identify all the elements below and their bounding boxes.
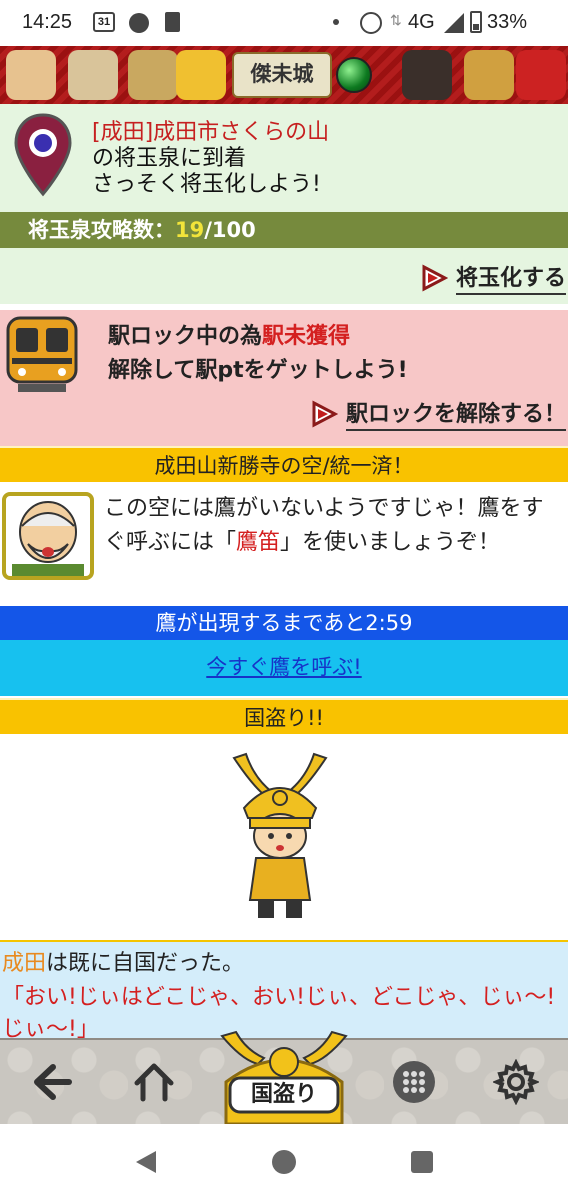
hawk-whistle-text: 鷹笛 — [236, 530, 281, 555]
network-type: 4G — [408, 11, 435, 33]
arrival-panel: [成田]成田市さくらの山 の将玉泉に到着 さっそく将玉化しよう! — [0, 104, 568, 212]
notification-dot-icon — [333, 19, 339, 25]
unlock-station-button[interactable]: 駅ロックを解除する！ — [310, 396, 566, 431]
system-home-icon[interactable] — [270, 1148, 298, 1176]
result-panel: 成田は既に自国だった。 「おい!じぃはどこじゃ、おい!じぃ、どこじゃ、じぃ〜!じ… — [0, 940, 568, 1042]
progress-total: /100 — [204, 218, 256, 242]
arrival-line: さっそく将玉化しよう! — [92, 172, 321, 197]
notification-icon — [129, 13, 149, 33]
arrival-location: [成田]成田市さくらの山 — [92, 120, 330, 145]
kunitori-header: 国盗り!! — [0, 698, 568, 734]
kunitori-button[interactable]: 国盗り — [208, 1030, 360, 1126]
elder-message: この空には鷹がいないようですじゃ！鷹をすぐ呼ぶには「鷹笛」を使いましょうぞ！ — [104, 492, 560, 560]
map-pin-icon — [14, 113, 72, 197]
lock-status-highlight: 駅未獲得 — [262, 324, 351, 349]
hawk-timer: 鷹が出現するまであと2:59 — [0, 606, 568, 640]
system-back-icon[interactable] — [132, 1148, 160, 1176]
battery-percent: 33% — [487, 11, 528, 33]
home-icon — [134, 1063, 174, 1102]
lock-status: 駅ロック中の為駅未獲得 — [108, 322, 350, 352]
elder-avatar — [2, 492, 94, 580]
kunitori-button-label: 国盗り — [250, 1082, 317, 1107]
battery-icon — [470, 11, 482, 33]
lock-status-prefix: 駅ロック中の為 — [108, 324, 263, 349]
elder-message-text: 」を使いましょうぞ！ — [280, 530, 501, 555]
elder-message-panel: この空には鷹がいないようですじゃ！鷹をすぐ呼ぶには「鷹笛」を使いましょうぞ！ — [0, 484, 568, 606]
progress-current: 19 — [175, 218, 205, 242]
green-orb-icon — [336, 57, 372, 93]
signal-icon — [444, 13, 464, 33]
play-arrow-icon — [422, 264, 448, 291]
sky-header: 成田山新勝寺の空/統一済！ — [0, 446, 568, 482]
settings-button[interactable] — [488, 1054, 544, 1110]
sd-card-icon — [165, 12, 180, 32]
progress-bar: 将玉泉攻略数：19/100 — [0, 212, 568, 248]
clock: 14:25 — [22, 11, 73, 33]
gyoku-button-label: 将玉化する — [455, 260, 566, 295]
back-arrow-icon — [34, 1064, 72, 1100]
character-portrait — [402, 50, 452, 100]
result-text: は既に自国だった。 — [46, 951, 245, 976]
train-icon — [6, 316, 78, 392]
menu-grid-icon — [393, 1061, 435, 1103]
arrival-line: の将玉泉に到着 — [92, 146, 247, 171]
gyoku-row: 将玉化する — [0, 248, 568, 304]
gyoku-button[interactable]: 将玉化する — [420, 260, 566, 295]
system-nav-bar — [0, 1124, 568, 1199]
kunitori-area — [0, 740, 568, 940]
station-lock-panel: 駅ロック中の為駅未獲得 解除して駅ptをゲットしよう! 駅ロックを解除する！ — [0, 310, 568, 446]
home-button[interactable] — [126, 1054, 182, 1110]
game-banner[interactable]: 傑未城 — [0, 46, 568, 104]
calendar-icon: 31 — [93, 12, 115, 32]
back-button[interactable] — [24, 1054, 80, 1110]
menu-button[interactable] — [386, 1054, 442, 1110]
character-portrait — [6, 50, 56, 100]
character-portrait — [68, 50, 118, 100]
result-place: 成田 — [2, 951, 47, 976]
character-portrait — [516, 50, 566, 100]
samurai-character-illustration — [232, 752, 328, 918]
hotspot-icon — [360, 12, 382, 34]
character-portrait — [128, 50, 178, 100]
progress-label: 将玉泉攻略数： — [28, 218, 175, 242]
status-bar: 14:25 31 ⇅ 4G 33% — [0, 0, 568, 46]
system-recents-icon[interactable] — [408, 1148, 436, 1176]
data-activity-icon: ⇅ — [390, 12, 402, 28]
unlock-station-label: 駅ロックを解除する！ — [345, 396, 566, 431]
settings-gear-icon — [493, 1059, 539, 1105]
lock-instruction: 解除して駅ptをゲットしよう! — [108, 358, 408, 383]
call-hawk-row: 今すぐ鷹を呼ぶ! — [0, 640, 568, 696]
character-portrait — [464, 50, 514, 100]
call-hawk-link[interactable]: 今すぐ鷹を呼ぶ! — [206, 655, 361, 679]
result-line: 成田は既に自国だった。 — [2, 948, 244, 980]
banner-logo: 傑未城 — [232, 52, 332, 98]
character-portrait — [176, 50, 226, 100]
play-arrow-icon — [312, 400, 338, 427]
